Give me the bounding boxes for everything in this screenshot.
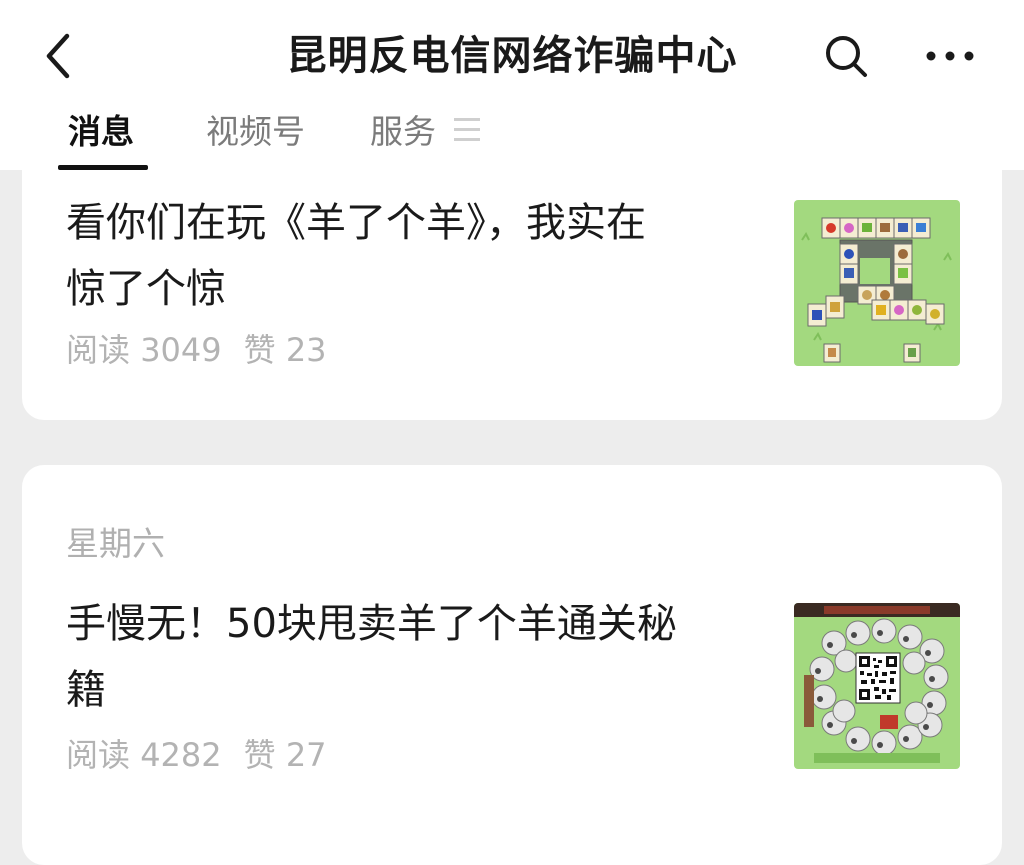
article-title[interactable]: 看你们在玩《羊了个羊》，我实在 惊了个惊 [66,190,766,322]
search-button[interactable] [818,28,874,84]
article-card[interactable]: 星期六 手慢无！50块甩卖羊了个羊通关秘 籍 阅读 4282 赞 27 [22,465,1002,865]
back-button[interactable] [30,28,86,84]
active-tab-indicator [58,165,148,170]
article-thumbnail[interactable] [794,603,960,769]
tab-services[interactable]: 服务 [370,110,436,154]
chevron-left-icon [46,33,70,79]
top-bar: 昆明反电信网络诈骗中心 消息 视频号 服务 [0,0,1024,170]
article-title[interactable]: 手慢无！50块甩卖羊了个羊通关秘 籍 [66,591,766,723]
services-menu-icon[interactable] [454,118,480,146]
search-icon [826,36,867,77]
tab-messages[interactable]: 消息 [68,110,134,154]
article-stats: 阅读 3049 赞 23 [66,331,327,369]
more-button[interactable] [920,28,980,84]
game-board-image [794,200,960,366]
article-thumbnail[interactable] [794,200,960,366]
article-stats: 阅读 4282 赞 27 [66,736,327,774]
more-dots-icon [926,51,974,61]
tab-channels[interactable]: 视频号 [206,110,305,154]
sheep-qr-image [794,603,960,769]
date-label: 星期六 [66,524,165,563]
